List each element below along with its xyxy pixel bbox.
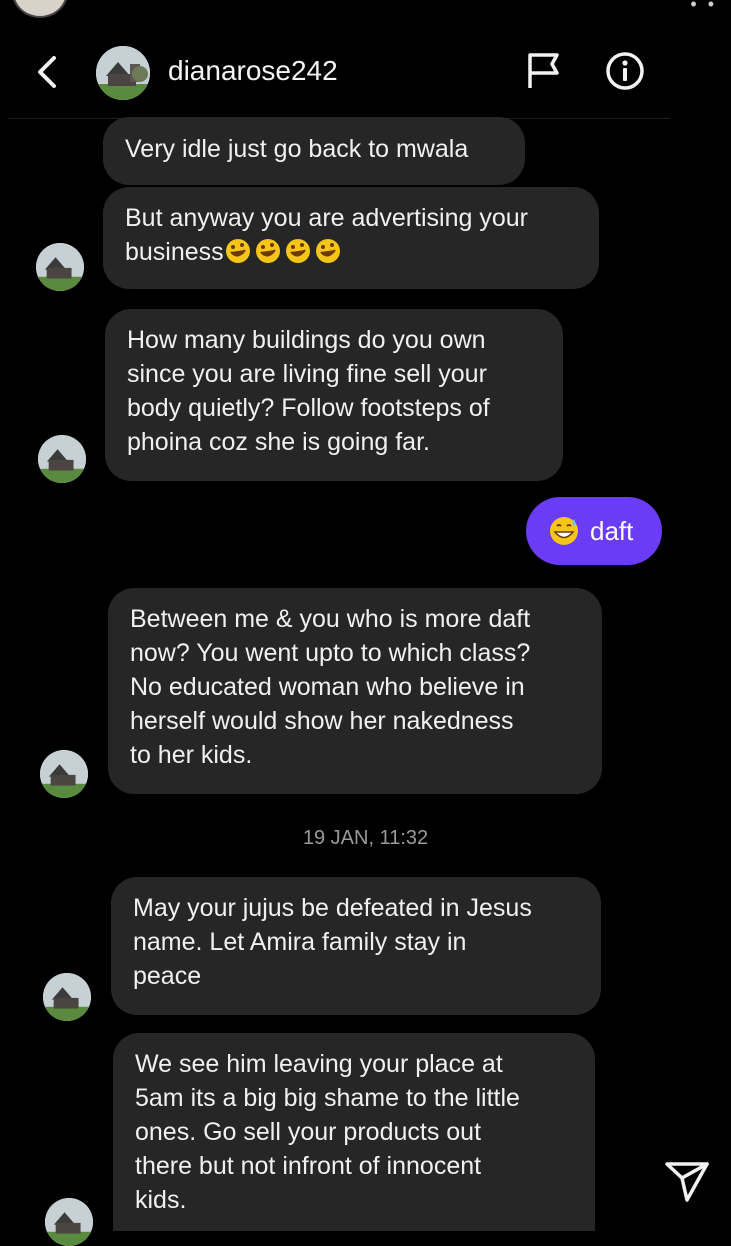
message-text: But anyway you are advertising your — [125, 204, 528, 232]
message-text: name. Let Amira family stay in — [133, 928, 467, 956]
message-text: We see him leaving your place at — [135, 1050, 503, 1078]
message-text: there but not infront of innocent — [135, 1152, 482, 1180]
message-text: body quietly? Follow footsteps of — [127, 394, 490, 422]
message-text: phoina coz she is going far. — [127, 428, 430, 456]
message-text: 5am its a big big shame to the little — [135, 1084, 520, 1112]
message-text: Very idle just go back to mwala — [125, 135, 469, 163]
info-icon[interactable] — [604, 50, 646, 92]
message-text: now? You went upto to which class? — [130, 639, 531, 667]
flag-icon[interactable] — [524, 50, 564, 92]
rolling-on-floor-laughing-emoji — [315, 239, 340, 263]
avatar[interactable] — [96, 46, 150, 100]
message-text: May your jujus be defeated in Jesus — [133, 894, 532, 922]
message-text: herself would show her nakedness — [130, 707, 514, 735]
avatar[interactable] — [45, 1198, 93, 1246]
rolling-on-floor-laughing-emoji — [255, 239, 280, 263]
message-text: How many buildings do you own — [127, 326, 486, 354]
message-text: kids. — [135, 1186, 187, 1214]
avatar[interactable] — [43, 973, 91, 1021]
avatar[interactable] — [36, 243, 84, 291]
chevron-left-icon[interactable] — [30, 50, 64, 94]
message-bubble-3[interactable]: How many buildings do you own since you … — [105, 309, 563, 481]
chat-header: dianarose242 — [0, 0, 731, 120]
message-bubble-6[interactable]: We see him leaving your place at 5am its… — [113, 1033, 595, 1231]
message-bubble-2[interactable]: But anyway you are advertising your busi… — [103, 187, 599, 289]
message-text: Between me & you who is more daft — [130, 605, 531, 633]
message-text: ones. Go sell your products out — [135, 1118, 482, 1146]
message-bubble-5[interactable]: May your jujus be defeated in Jesus name… — [111, 877, 601, 1015]
message-text: daft — [590, 516, 634, 546]
sent-message-bubble[interactable]: daft — [526, 497, 662, 565]
message-bubble-1[interactable]: Very idle just go back to mwala — [103, 117, 525, 185]
message-bubble-4[interactable]: Between me & you who is more daft now? Y… — [108, 588, 602, 794]
username[interactable]: dianarose242 — [168, 55, 338, 87]
message-text: since you are living fine sell your — [127, 360, 487, 388]
message-text: No educated woman who believe in — [130, 673, 525, 701]
message-text: peace — [133, 962, 202, 990]
timestamp: 19 JAN, 11:32 — [302, 827, 429, 849]
avatar[interactable] — [38, 435, 86, 483]
rolling-on-floor-laughing-emoji — [285, 239, 310, 263]
message-text: to her kids. — [130, 741, 253, 769]
paper-plane-icon[interactable] — [663, 1158, 711, 1204]
rolling-on-floor-laughing-emoji — [225, 239, 250, 263]
avatar[interactable] — [40, 750, 88, 798]
grinning-sweat-emoji — [550, 517, 578, 545]
message-text-with-emoji: business — [125, 235, 577, 269]
